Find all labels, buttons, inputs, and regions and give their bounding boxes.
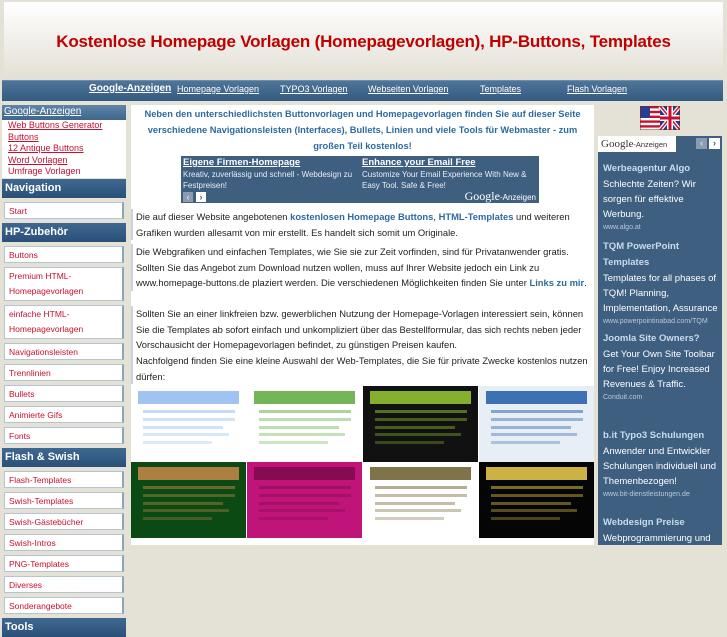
paragraph-3: Sollten Sie an einer linkfreien bzw. gew… (131, 306, 592, 353)
banner-ad-desc: Kreativ, zuverlässig und schnell - Webde… (183, 170, 353, 190)
us-uk-flag-icon[interactable] (640, 106, 680, 130)
banner-ad-desc: Customize Your Email Experience With New… (362, 170, 527, 190)
right-ad[interactable]: Joomla Site Owners? Get Your Own Site To… (603, 331, 721, 403)
p2-text: Die Webgrafiken und einfachen Templates,… (136, 246, 569, 288)
left-ad-link[interactable]: Buttons (2, 132, 126, 144)
banner-ad-title[interactable]: Eigene Firmen-Homepage (183, 157, 300, 168)
left-ad-link[interactable]: Umfrage Vorlagen (2, 166, 126, 178)
right-ad-desc: Webprogrammierung und (603, 533, 711, 544)
right-ad-title[interactable]: Joomla Site Owners? (603, 331, 721, 347)
paragraph-2: Die Webgrafiken und einfachen Templates,… (131, 244, 592, 291)
left-ad-link[interactable]: Word Vorlagen (2, 155, 126, 167)
right-ad-url[interactable]: www.algo.at (603, 222, 721, 233)
topnav-typo3-vorlagen[interactable]: TYPO3 Vorlagen (280, 84, 348, 94)
prev-arrow-icon[interactable]: ‹ (696, 138, 707, 149)
google-logo-suffix: -Anzeigen (633, 140, 668, 149)
sidebar-item-swish-templates[interactable]: Swish-Templates (4, 491, 124, 509)
prev-arrow-icon[interactable]: ‹ (183, 192, 193, 202)
template-thumbnail-template-blue-frame[interactable] (479, 386, 594, 462)
right-ad-title[interactable]: b.it Typo3 Schulungen (603, 428, 721, 444)
p2-text-end: . (584, 277, 587, 288)
sidebar-item-diverses[interactable]: Diverses (4, 575, 124, 593)
paragraph-4: Nachfolgend finden Sie eine kleine Auswa… (131, 353, 592, 384)
template-thumbnail-template-blue-light[interactable] (131, 386, 246, 462)
right-ad[interactable]: Webdesign Preise Webprogrammierung und (603, 515, 721, 546)
google-ads-logo[interactable]: Google-Anzeigen (598, 136, 676, 152)
sidebar-item-flash-templates[interactable]: Flash-Templates (4, 470, 124, 488)
intro-text: Neben den unterschiedlichsten Buttonvorl… (144, 109, 581, 151)
page-title: Kostenlose Homepage Vorlagen (Homepagevo… (56, 32, 671, 51)
section-navigation: Navigation (2, 178, 126, 198)
next-arrow-icon[interactable]: › (196, 192, 206, 202)
banner-ad-title[interactable]: Enhance your Email Free (362, 157, 476, 168)
page-header: Kostenlose Homepage Vorlagen (Homepagevo… (4, 2, 723, 80)
template-thumbnail-template-dark-green[interactable] (131, 462, 246, 538)
template-thumbnail-template-forest[interactable] (363, 462, 478, 538)
topnav-webseiten-vorlagen[interactable]: Webseiten Vorlagen (368, 84, 448, 94)
right-ad-desc: Get Your Own Site Toolbar for Free! Enjo… (603, 349, 715, 390)
sidebar-item-swish-gaestebuecher[interactable]: Swish-Gästebücher (4, 512, 124, 530)
link-links-zu-mir[interactable]: Links zu mir (529, 277, 584, 288)
right-ad-title-text: TQM PowerPoint Templates (603, 241, 679, 268)
sidebar-item-animierte-gifs[interactable]: Animierte Gifs (4, 405, 124, 423)
section-hp-zubehoer: HP-Zubehör (2, 222, 126, 242)
sidebar-item-navigationsleisten[interactable]: Navigationsleisten (4, 342, 124, 360)
right-ad-desc: Schlechte Zeiten? Wir sorgen für effekti… (603, 179, 696, 220)
right-ad-title[interactable]: Webdesign Preise (603, 515, 721, 531)
p1-text: Die auf dieser Website angebotenen (136, 211, 291, 222)
sidebar-item-buttons[interactable]: Buttons (4, 245, 124, 263)
sidebar-item-einfache-html[interactable]: einfache HTML-Homepagevorlagen (4, 304, 124, 339)
right-ad-title[interactable]: Werbeagentur Algo (603, 161, 721, 177)
right-ad[interactable]: Werbeagentur Algo Schlechte Zeiten? Wir … (603, 161, 721, 233)
left-ad-link[interactable]: Web Buttons Generator (2, 120, 126, 132)
left-google-ads: Google-Anzeigen Web Buttons Generator Bu… (2, 105, 126, 178)
right-ad-url[interactable]: www.bit-dienstleistungen.de (603, 489, 721, 500)
topnav-templates[interactable]: Templates (480, 84, 521, 94)
template-thumbnail-template-butterflies[interactable] (247, 386, 362, 462)
link-kostenlose-buttons[interactable]: kostenlosen Homepage Buttons (290, 211, 433, 222)
template-thumbnail-template-green-black[interactable] (363, 386, 478, 462)
sidebar-item-png-templates[interactable]: PNG-Templates (4, 554, 124, 572)
right-ad-url[interactable]: Conduit.com (603, 392, 721, 403)
left-ad-link[interactable]: 12 Antique Buttons (2, 143, 126, 155)
sidebar-item-swish-intros[interactable]: Swish-Intros (4, 533, 124, 551)
sidebar-item-bullets[interactable]: Bullets (4, 384, 124, 402)
right-ads-header: Google-Anzeigen ‹ › (598, 136, 722, 152)
sidebar-item-premium-html[interactable]: Premium HTML-Homepagevorlagen (4, 266, 124, 301)
left-sidebar: Google-Anzeigen Web Buttons Generator Bu… (2, 105, 126, 637)
right-ad-desc: Anwender und Entwickler Schulungen indiv… (603, 446, 717, 487)
google-logo-text: Google (464, 189, 500, 203)
template-thumbnail-template-black-gold[interactable] (479, 462, 594, 538)
next-arrow-icon[interactable]: › (709, 138, 720, 149)
right-ad[interactable]: TQM PowerPoint Templates Templates for a… (603, 239, 721, 327)
left-ads-title[interactable]: Google-Anzeigen (2, 105, 126, 120)
topnav-homepage-vorlagen[interactable]: Homepage Vorlagen (177, 84, 259, 94)
topnav-flash-vorlagen[interactable]: Flash Vorlagen (567, 84, 627, 94)
google-ad-banner: Eigene Firmen-Homepage Kreativ, zuverläs… (181, 156, 539, 203)
section-flash-swish: Flash & Swish (2, 447, 126, 467)
sidebar-item-sonderangebote[interactable]: Sonderangebote (4, 596, 124, 614)
right-ad-desc: Templates for all phases of TQM! Plannin… (603, 273, 718, 314)
right-ad[interactable]: b.it Typo3 Schulungen Anwender und Entwi… (603, 428, 721, 500)
sidebar-item-trennlinien[interactable]: Trennlinien (4, 363, 124, 381)
google-ads-logo[interactable]: Google-Anzeigen (465, 189, 536, 204)
right-ad-url[interactable]: www.powerpointinabad.com/TQM (603, 316, 721, 327)
sidebar-item-start[interactable]: Start (4, 201, 124, 219)
main-content: Neben den unterschiedlichsten Buttonvorl… (131, 105, 594, 545)
right-ad-title[interactable]: TQM PowerPoint Templates (603, 239, 721, 271)
google-logo-text: Google (601, 138, 634, 150)
top-navigation: Google-Anzeigen Homepage Vorlagen TYPO3 … (2, 80, 723, 101)
link-html-templates[interactable]: HTML-Templates (439, 211, 514, 222)
google-logo-suffix: -Anzeigen (499, 193, 536, 202)
template-thumbnail-template-magenta[interactable] (247, 462, 362, 538)
paragraph-1: Die auf dieser Website angebotenen koste… (131, 209, 592, 240)
topnav-google-anzeigen[interactable]: Google-Anzeigen (89, 83, 171, 94)
sidebar-item-fonts[interactable]: Fonts (4, 426, 124, 444)
right-google-ads: Google-Anzeigen ‹ › Werbeagentur Algo Sc… (598, 136, 722, 545)
section-tools: Tools (2, 617, 126, 637)
